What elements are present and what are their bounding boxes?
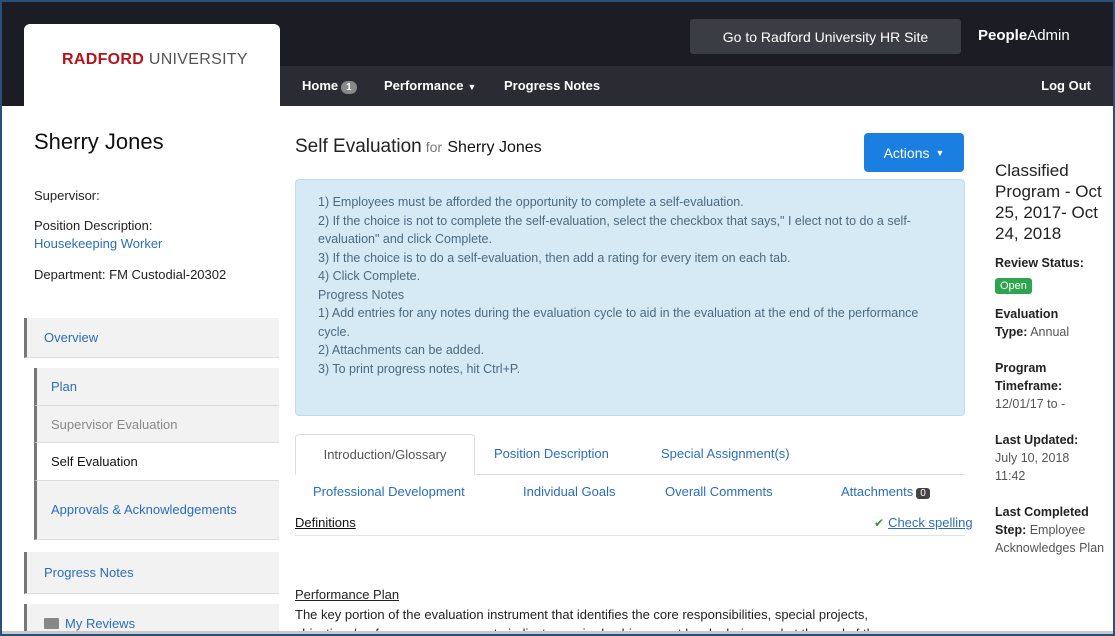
program-title: Classified Program - Oct 25, 2017- Oct 2… [995, 161, 1102, 243]
review-status-label: Review Status: [995, 256, 1084, 270]
evaluation-label: Evaluation [995, 307, 1059, 321]
tab-special-assignments[interactable]: Special Assignment(s) [661, 446, 790, 461]
position-label: Position Description: [34, 218, 153, 233]
sidebar-item-progress-notes[interactable]: Progress Notes [24, 552, 279, 594]
last-updated-value: July 10, 2018 11:42 [995, 451, 1070, 483]
main-nav: Home 1 Performance ▼ Progress Notes Log Ou… [280, 66, 1113, 106]
check-spelling-link[interactable]: ✔ Check spelling [874, 515, 973, 530]
info-line: 1) Add entries for any notes during the … [318, 306, 919, 339]
section-divider [295, 535, 965, 536]
university-logo-box[interactable]: RADFORD UNIVERSITY [24, 24, 280, 110]
timeframe-value: 12/01/17 to - [995, 397, 1066, 411]
spellcheck-icon: ✔ [874, 516, 885, 530]
tab-professional-development[interactable]: Professional Development [313, 484, 465, 499]
caret-down-icon: ▼ [467, 82, 477, 92]
info-line: 2) If the choice is not to complete the … [318, 213, 911, 247]
info-line: 1) Employees must be afforded the opport… [318, 195, 744, 209]
attachments-count-badge: 0 [916, 488, 930, 499]
performance-plan-heading: Performance Plan [295, 587, 400, 602]
actions-button[interactable]: Actions ▼ [864, 133, 964, 172]
nav-home[interactable]: Home 1 [302, 78, 357, 94]
info-line: 4) Click Complete. [318, 269, 421, 283]
tab-individual-goals[interactable]: Individual Goals [523, 484, 616, 499]
info-line: 3) If the choice is to do a self-evaluat… [318, 250, 791, 265]
definitions-heading: Definitions [295, 515, 356, 530]
sidebar-item-self-evaluation[interactable]: Self Evaluation [34, 443, 279, 481]
info-line: 2) Attachments can be added. [318, 343, 485, 357]
hr-site-button[interactable]: Go to Radford University HR Site [690, 19, 961, 54]
sidebar-item-plan[interactable]: Plan [34, 368, 279, 406]
evaluation-type: Type: Annual [995, 325, 1070, 339]
tab-position-description[interactable]: Position Description [494, 446, 609, 461]
nav-performance[interactable]: Performance ▼ [384, 78, 476, 93]
folder-icon [44, 618, 59, 629]
horizontal-scrollbar[interactable] [2, 631, 1113, 634]
timeframe-label: Timeframe: [995, 379, 1063, 393]
logout-link[interactable]: Log Out [1041, 78, 1091, 93]
last-completed-label: Last Completed [995, 505, 1089, 519]
caret-down-icon: ▼ [935, 147, 945, 158]
status-badge: Open [995, 278, 1032, 294]
person-name: Sherry Jones [34, 129, 164, 154]
tab-introduction-glossary[interactable]: Introduction/Glossary [295, 434, 475, 475]
university-logo: RADFORD UNIVERSITY [62, 51, 248, 68]
sidebar-item-approvals[interactable]: Approvals & Acknowledgements [34, 481, 279, 540]
last-updated-label: Last Updated: [995, 433, 1079, 447]
nav-progress-notes[interactable]: Progress Notes [504, 78, 600, 93]
peopleadmin-logo: PeopleAdmin [978, 27, 1070, 44]
instructions-box: 1) Employees must be afforded the opport… [295, 179, 965, 416]
sidebar-item-supervisor-evaluation: Supervisor Evaluation [34, 406, 279, 443]
tab-overall-comments[interactable]: Overall Comments [665, 484, 773, 499]
program-label: Program [995, 361, 1047, 375]
tab-attachments[interactable]: Attachments 0 [841, 484, 930, 499]
home-badge: 1 [341, 81, 357, 94]
department-info: Department: FM Custodial-20302 [34, 267, 227, 282]
supervisor-label: Supervisor: [34, 188, 100, 203]
app-frame: Go to Radford University HR Site PeopleA… [0, 0, 1115, 636]
info-line: Progress Notes [318, 287, 405, 302]
page-title: Self Evaluation for Sherry Jones [295, 136, 542, 157]
sidebar-item-overview[interactable]: Overview [24, 318, 279, 358]
position-link[interactable]: Housekeeping Worker [34, 236, 162, 251]
info-line: 3) To print progress notes, hit Ctrl+P. [318, 361, 521, 376]
last-completed-step: Step: Employee Acknowledges Plan [995, 523, 1105, 555]
